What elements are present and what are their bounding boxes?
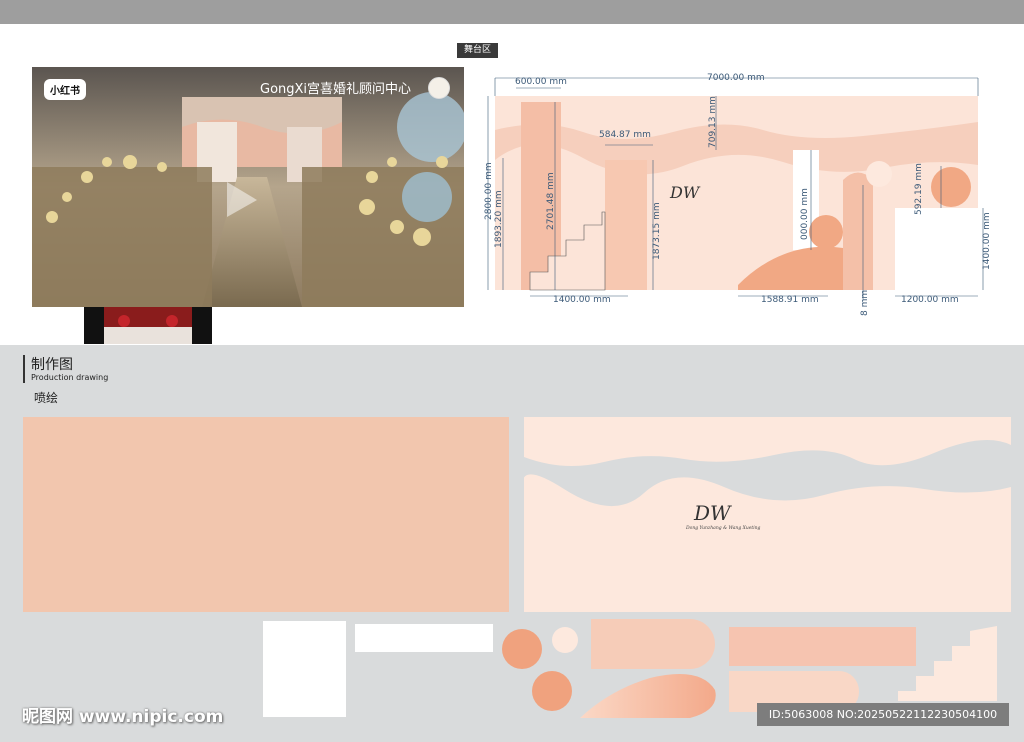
dim-circle-height: 592.19 mm [914,163,924,215]
dim-eight: 8 mm [860,290,870,316]
site-watermark: 昵图网 www.nipic.com [22,707,224,727]
production-title-bar [23,355,25,383]
peach-backdrop-panel [23,417,509,612]
mound-shape [580,674,716,718]
dim-total-width: 7000.00 mm [707,73,765,83]
dim-top-gap: 709.13 mm [708,96,718,148]
stage-elevation-drawing: 7000.00 mm 600.00 mm 2800.00 mm 1893.20 … [483,70,993,320]
photo-title: GongXi宫喜婚礼顾问中心 [260,82,412,97]
xiaohongshu-badge: 小红书 [44,79,86,100]
white-panel-wide [355,624,493,652]
stair-shape [898,626,997,701]
coral-circle-large [502,629,542,669]
dim-right-column-height: 1873.15 mm [652,202,662,260]
dim-right-panel-width: 1200.00 mm [901,295,959,305]
white-panel-tall [263,621,346,717]
production-subtitle: Production drawing [31,373,109,382]
panel-caption: Dong Yunzhang & Wang Xueting [685,525,761,531]
coral-circle-small [532,671,572,711]
dim-stair-width: 1400.00 mm [553,295,611,305]
panel-monogram: DW [693,501,732,525]
dim-mound-width: 1588.91 mm [761,295,819,305]
rounded-peach-panel [591,619,715,669]
section-label-print: 喷绘 [34,391,59,405]
drawing-monogram: DW [669,183,701,202]
brand-logo-icon [428,77,450,99]
dim-right-panel-height: 1400.00 mm [982,212,992,270]
dim-column-height: 2701.48 mm [546,172,556,230]
stage-photo: 小红书 GongXi宫喜婚礼顾问中心 [32,67,464,307]
light-circle [552,627,578,653]
thumbnail-strip [84,307,212,344]
dim-left-column-width: 600.00 mm [515,77,567,87]
peach-bar-panel [729,627,916,666]
top-bar [0,0,1024,24]
dim-right-column-width: 584.87 mm [599,130,651,140]
wave-backdrop-panel: DW Dong Yunzhang & Wang Xueting [522,417,1011,612]
stage-photo-illustration [32,67,464,307]
dim-left-height: 2800.00 mm [484,162,494,220]
dim-left-inner-height: 1893.20 mm [494,190,504,248]
id-watermark: ID:5063008 NO:20250522112230504100 [757,703,1009,726]
stage-area-label: 舞台区 [457,43,498,58]
dim-small-panel-height: 000.00 mm [800,188,810,240]
production-title: 制作图 [31,357,73,373]
